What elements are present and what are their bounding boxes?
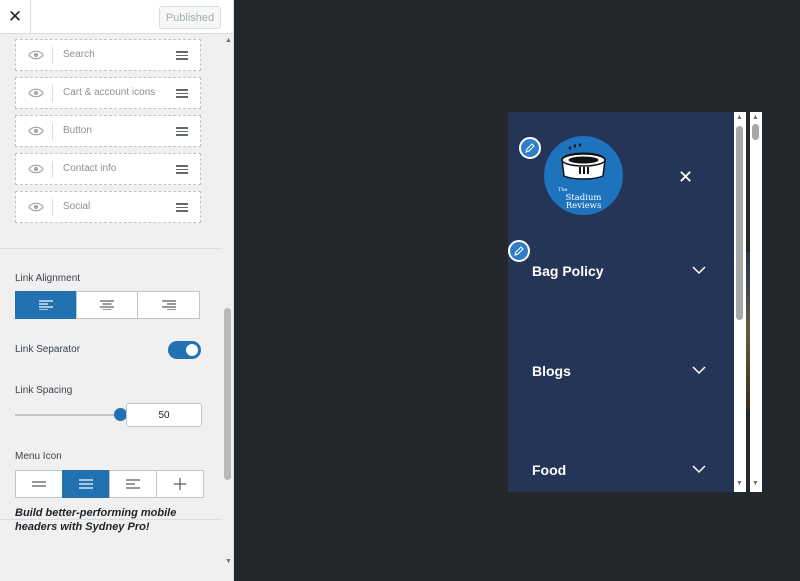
separator bbox=[52, 161, 53, 178]
component-label: Button bbox=[63, 125, 92, 136]
component-item-contact-info[interactable]: Contact info bbox=[15, 153, 201, 185]
component-item-search[interactable]: Search bbox=[15, 39, 201, 71]
eye-icon[interactable] bbox=[28, 163, 44, 175]
hamburger-icon bbox=[79, 479, 93, 489]
logo-text: The Stadium Reviews bbox=[544, 186, 623, 210]
align-center-button[interactable] bbox=[76, 291, 138, 319]
link-spacing-label: Link Spacing bbox=[15, 385, 73, 396]
component-item-cart[interactable]: Cart & account icons bbox=[15, 77, 201, 109]
drag-handle-icon[interactable] bbox=[176, 89, 188, 98]
scrollbar-thumb[interactable] bbox=[224, 308, 231, 480]
link-separator-toggle[interactable] bbox=[168, 341, 201, 359]
eye-icon[interactable] bbox=[28, 49, 44, 61]
separator bbox=[52, 85, 53, 102]
chevron-down-icon[interactable] bbox=[692, 266, 706, 275]
menu-icon-option-3[interactable] bbox=[109, 470, 157, 498]
close-icon: ✕ bbox=[7, 7, 23, 26]
panel-header: ✕ Published bbox=[0, 0, 233, 34]
menu-icon-control bbox=[15, 470, 204, 498]
toggle-knob bbox=[186, 344, 198, 356]
align-right-button[interactable] bbox=[137, 291, 200, 319]
menu-item-bag-policy[interactable]: Bag Policy bbox=[532, 263, 604, 279]
eye-icon[interactable] bbox=[28, 87, 44, 99]
link-spacing-slider[interactable] bbox=[15, 414, 121, 416]
separator bbox=[52, 123, 53, 140]
eye-icon[interactable] bbox=[28, 201, 44, 213]
component-item-social[interactable]: Social bbox=[15, 191, 201, 223]
scroll-down-arrow-icon[interactable]: ▼ bbox=[225, 558, 232, 565]
menu-icon-label: Menu Icon bbox=[15, 451, 62, 462]
plus-icon bbox=[174, 478, 186, 490]
menu-item-food[interactable]: Food bbox=[532, 462, 566, 478]
menu-icon-option-1[interactable] bbox=[15, 470, 63, 498]
drag-handle-icon[interactable] bbox=[176, 165, 188, 174]
component-item-button[interactable]: Button bbox=[15, 115, 201, 147]
publish-button[interactable]: Published bbox=[159, 6, 221, 29]
separator bbox=[52, 199, 53, 216]
mobile-menu-preview: The Stadium Reviews ✕ Bag Policy Blogs F… bbox=[508, 112, 735, 492]
link-alignment-control bbox=[15, 291, 200, 319]
menu-item-blogs[interactable]: Blogs bbox=[532, 363, 571, 379]
panel-scroll-area: Search Cart & account icons Button Conta… bbox=[0, 34, 222, 581]
link-separator-label: Link Separator bbox=[15, 344, 81, 355]
site-logo[interactable]: The Stadium Reviews bbox=[544, 136, 623, 215]
stadium-icon bbox=[561, 143, 606, 180]
pro-promo-text: Build better-performing mobile headers w… bbox=[15, 507, 177, 533]
edit-menu-button[interactable] bbox=[508, 240, 530, 262]
scroll-down-arrow-icon[interactable]: ▼ bbox=[736, 480, 743, 487]
align-left-button[interactable] bbox=[15, 291, 77, 319]
align-right-icon bbox=[161, 300, 176, 310]
scroll-up-arrow-icon[interactable]: ▲ bbox=[225, 37, 232, 44]
separator bbox=[52, 47, 53, 64]
component-label: Search bbox=[63, 49, 95, 60]
divider bbox=[0, 248, 222, 249]
preview-scrollbar[interactable]: ▲ ▼ bbox=[734, 112, 746, 492]
align-center-icon bbox=[100, 300, 114, 310]
component-label: Cart & account icons bbox=[63, 87, 156, 98]
link-alignment-label: Link Alignment bbox=[15, 273, 81, 284]
align-left-icon bbox=[39, 300, 53, 310]
page-scrollbar[interactable]: ▲ ▼ bbox=[750, 112, 762, 492]
eye-icon[interactable] bbox=[28, 125, 44, 137]
scrollbar-thumb[interactable] bbox=[752, 124, 759, 140]
component-label: Social bbox=[63, 201, 91, 212]
logo-text-reviews: Reviews bbox=[565, 201, 602, 211]
scroll-up-arrow-icon[interactable]: ▲ bbox=[736, 114, 743, 121]
drag-handle-icon[interactable] bbox=[176, 127, 188, 136]
close-button[interactable]: ✕ bbox=[0, 0, 31, 34]
menu-icon-option-4[interactable] bbox=[156, 470, 204, 498]
chevron-down-icon[interactable] bbox=[692, 465, 706, 474]
uneven-lines-icon bbox=[126, 479, 140, 489]
drag-handle-icon[interactable] bbox=[176, 203, 188, 212]
menu-icon-option-2[interactable] bbox=[62, 470, 110, 498]
component-label: Contact info bbox=[63, 163, 117, 174]
scroll-up-arrow-icon[interactable]: ▲ bbox=[752, 114, 759, 121]
panel-scrollbar[interactable]: ▲ ▼ bbox=[222, 34, 233, 571]
pencil-icon bbox=[514, 246, 524, 256]
two-lines-icon bbox=[32, 481, 46, 487]
chevron-down-icon[interactable] bbox=[692, 366, 706, 375]
edit-logo-button[interactable] bbox=[519, 137, 541, 159]
pencil-icon bbox=[525, 143, 535, 153]
scroll-down-arrow-icon[interactable]: ▼ bbox=[752, 480, 759, 487]
drag-handle-icon[interactable] bbox=[176, 51, 188, 60]
customizer-panel: ✕ Published Search Cart & account icons … bbox=[0, 0, 234, 581]
menu-close-icon[interactable]: ✕ bbox=[678, 167, 693, 188]
link-spacing-input[interactable]: 50 bbox=[126, 403, 202, 427]
scrollbar-thumb[interactable] bbox=[736, 126, 743, 320]
